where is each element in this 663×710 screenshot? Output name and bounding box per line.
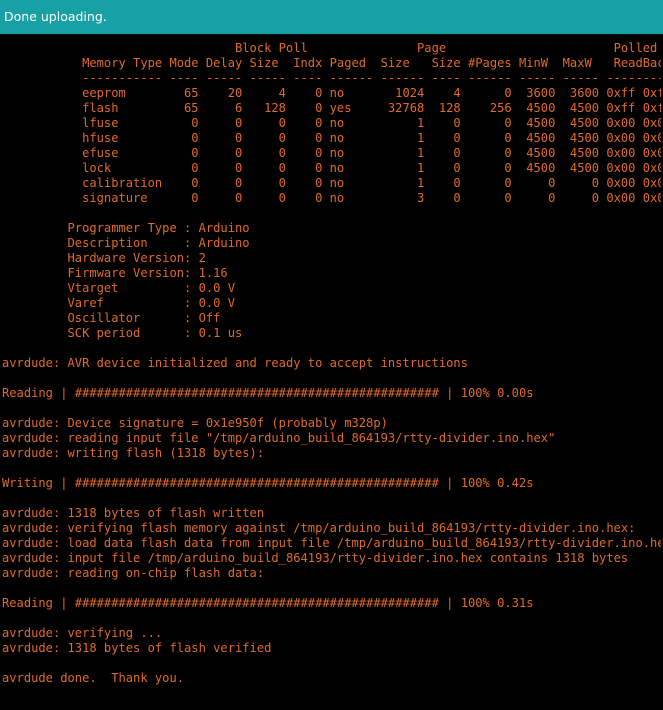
console-line: avrdude: verifying ...: [2, 626, 163, 640]
console-line: avrdude: Device signature = 0x1e950f (pr…: [2, 416, 388, 430]
console-line: Reading | ##############################…: [2, 596, 534, 610]
console-line: Programmer Type : Arduino: [2, 221, 250, 235]
console-line: SCK period : 0.1 us: [2, 326, 243, 340]
console-line: avrdude: AVR device initialized and read…: [2, 356, 468, 370]
console-line: flash 65 6 128 0 yes 32768 128 256 4500 …: [2, 101, 661, 115]
console-line: avrdude: verifying flash memory against …: [2, 521, 636, 535]
console-line: calibration 0 0 0 0 no 1 0 0 0 0 0x00 0x…: [2, 176, 661, 190]
console-line: avrdude: reading input file "/tmp/arduin…: [2, 431, 556, 445]
console-line: eeprom 65 20 4 0 no 1024 4 0 3600 3600 0…: [2, 86, 661, 100]
console-output[interactable]: Block Poll Page Polled Memory Type Mode …: [2, 41, 661, 707]
console-line: hfuse 0 0 0 0 no 1 0 0 4500 4500 0x00 0x…: [2, 131, 661, 145]
console-line: Vtarget : 0.0 V: [2, 281, 235, 295]
console-line: Varef : 0.0 V: [2, 296, 235, 310]
console-line: Block Poll Page Polled: [2, 41, 658, 55]
status-divider: [0, 34, 663, 35]
console-line: Memory Type Mode Delay Size Indx Paged S…: [2, 56, 661, 70]
console-line: ----------- ---- ----- ----- ---- ------…: [2, 71, 661, 85]
console-line: efuse 0 0 0 0 no 1 0 0 4500 4500 0x00 0x…: [2, 146, 661, 160]
console-line: avrdude: writing flash (1318 bytes):: [2, 446, 265, 460]
console-line: lfuse 0 0 0 0 no 1 0 0 4500 4500 0x00 0x…: [2, 116, 661, 130]
console-line: lock 0 0 0 0 no 1 0 0 4500 4500 0x00 0x0…: [2, 161, 661, 175]
console-line: avrdude: 1318 bytes of flash verified: [2, 641, 272, 655]
console-line: Description : Arduino: [2, 236, 250, 250]
status-message: Done uploading.: [4, 8, 107, 24]
status-bar: Done uploading.: [0, 0, 663, 34]
console-line: avrdude: load data flash data from input…: [2, 536, 661, 550]
console-line: avrdude done. Thank you.: [2, 671, 185, 685]
console-line: avrdude: input file /tmp/arduino_build_8…: [2, 551, 629, 565]
console-line: avrdude: reading on-chip flash data:: [2, 566, 265, 580]
console-line: Oscillator : Off: [2, 311, 221, 325]
console-line: Writing | ##############################…: [2, 476, 534, 490]
console-line: Firmware Version: 1.16: [2, 266, 228, 280]
console-line: avrdude: 1318 bytes of flash written: [2, 506, 265, 520]
console-line: signature 0 0 0 0 no 3 0 0 0 0 0x00 0x00: [2, 191, 661, 205]
console-line: Reading | ##############################…: [2, 386, 534, 400]
console-line: Hardware Version: 2: [2, 251, 206, 265]
